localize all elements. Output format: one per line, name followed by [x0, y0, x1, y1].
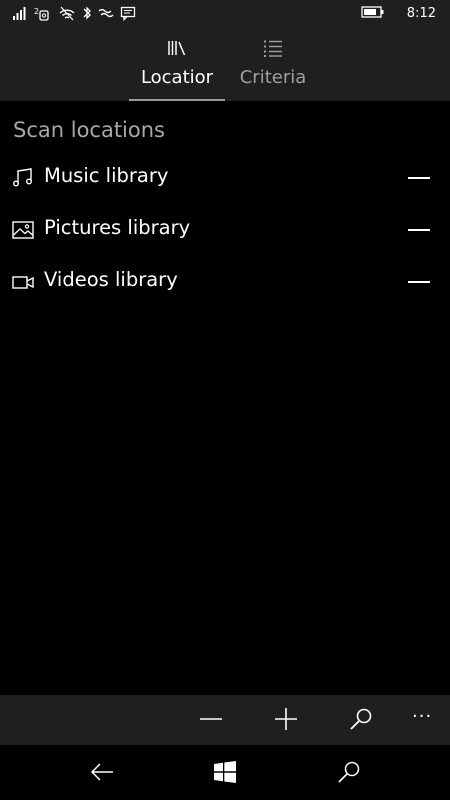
library-icon	[166, 38, 188, 62]
remove-icon	[198, 706, 224, 736]
music-note-icon	[12, 168, 34, 192]
signal-icon	[12, 5, 28, 21]
tab-criteria[interactable]: Criteria	[232, 28, 314, 101]
windows-start-icon	[213, 760, 237, 788]
tab-label: Locatior	[140, 67, 214, 88]
list-item-label: Pictures library	[44, 216, 191, 239]
sim-2-icon: 2	[34, 5, 52, 21]
remove-button[interactable]	[197, 707, 225, 735]
back-icon	[89, 759, 115, 789]
list-item-pictures-library[interactable]: Pictures library	[0, 208, 450, 252]
back-button[interactable]	[89, 761, 115, 787]
remove-item-button[interactable]	[408, 177, 430, 179]
list-item-videos-library[interactable]: Videos library	[0, 260, 450, 304]
vibrate-icon	[98, 5, 114, 21]
tab-locations[interactable]: Locatior	[129, 28, 225, 101]
remove-item-button[interactable]	[408, 281, 430, 283]
video-camera-icon	[12, 272, 36, 296]
message-icon	[120, 5, 136, 21]
pivot-header: Locatior Criteria	[0, 28, 450, 101]
add-button[interactable]	[272, 707, 300, 735]
bluetooth-icon	[82, 5, 92, 21]
app-bar: ···	[0, 695, 450, 745]
add-icon	[273, 706, 299, 736]
list-item-label: Videos library	[44, 268, 178, 291]
tab-selected-indicator	[129, 99, 225, 101]
status-icons: 2	[12, 5, 136, 21]
nav-bar	[0, 745, 450, 800]
search-button-nav[interactable]	[336, 761, 362, 787]
status-clock: 8:12	[406, 6, 436, 21]
tab-label: Criteria	[239, 67, 307, 88]
list-item-music-library[interactable]: Music library	[0, 156, 450, 200]
more-button[interactable]: ···	[412, 706, 432, 727]
search-icon	[348, 706, 374, 736]
start-button[interactable]	[212, 761, 238, 787]
section-title: Scan locations	[13, 118, 165, 142]
search-button[interactable]	[347, 707, 375, 735]
battery-icon	[361, 4, 385, 23]
status-right: 8:12	[361, 4, 436, 23]
wifi-icon	[58, 5, 76, 21]
list-icon	[262, 38, 284, 62]
remove-item-button[interactable]	[408, 229, 430, 231]
search-icon	[336, 759, 362, 789]
status-bar: 2 8:12	[0, 0, 450, 28]
svg-text:2: 2	[34, 7, 39, 16]
list-item-label: Music library	[44, 164, 169, 187]
picture-icon	[12, 220, 34, 244]
